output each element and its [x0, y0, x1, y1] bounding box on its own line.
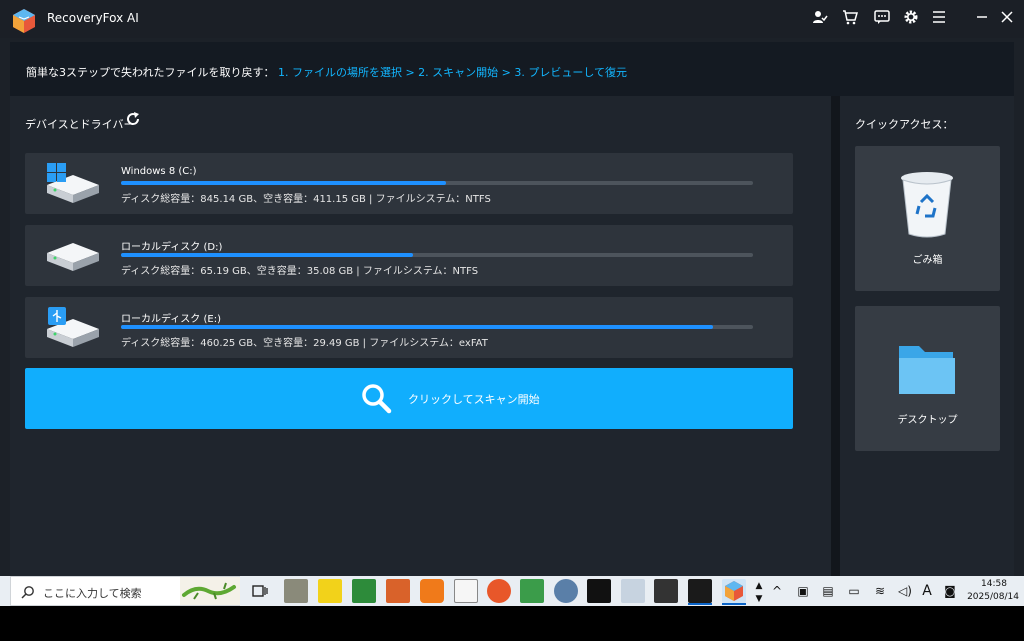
drive-name: ローカルディスク (D:)	[121, 242, 223, 253]
refresh-icon[interactable]	[125, 111, 141, 127]
drive-item-e[interactable]: ローカルディスク (E:) ディスク総容量：460.25 GB、空き容量：29.…	[25, 297, 793, 358]
task-view-icon[interactable]	[248, 579, 272, 603]
taskbar-app-icon[interactable]	[554, 579, 578, 603]
terminal-icon[interactable]	[688, 579, 712, 603]
taskbar-app-icon[interactable]	[587, 579, 611, 603]
app-window: RecoveryFox AI 簡単な3ステップで失われたファイルを取り戻す： 1…	[0, 0, 1024, 576]
minimize-icon[interactable]	[970, 6, 994, 28]
clock-time[interactable]: 14:58	[974, 579, 1014, 589]
ime-indicator[interactable]: A	[919, 583, 935, 599]
screen: RecoveryFox AI 簡単な3ステップで失われたファイルを取り戻す： 1…	[0, 0, 1024, 641]
active-indicator	[722, 603, 746, 605]
taskbar-app-icon[interactable]	[420, 579, 444, 603]
scroll-down-icon[interactable]: ▼	[751, 591, 767, 607]
menu-icon[interactable]	[927, 6, 951, 28]
chevron-up-icon[interactable]: ^	[769, 583, 785, 599]
devices-panel: デバイスとドライバー Windows 8 (C:) ディスク総容量：845.14…	[10, 96, 831, 576]
quick-access-recycle-bin[interactable]: ごみ箱	[855, 146, 1000, 291]
recoveryfox-taskbar-icon[interactable]	[722, 579, 746, 603]
taskbar-app-icon[interactable]	[654, 579, 678, 603]
volume-icon[interactable]: ◁)	[897, 583, 913, 599]
drive-usage-fill	[121, 325, 713, 329]
tray-app-icon[interactable]: ▣	[795, 583, 811, 599]
taskbar-app-icon[interactable]	[454, 579, 478, 603]
taskbar-app-icon[interactable]	[386, 579, 410, 603]
panel-divider	[831, 96, 840, 576]
search-icon	[21, 586, 34, 599]
devices-title: デバイスとドライバー	[25, 118, 135, 131]
drive-item-c[interactable]: Windows 8 (C:) ディスク総容量：845.14 GB、空き容量：41…	[25, 153, 793, 214]
tray-app-icon[interactable]: ◙	[942, 583, 958, 599]
drive-usage-fill	[121, 181, 446, 185]
quick-access-panel: クイックアクセス： ごみ箱 デスクトップ	[840, 96, 1014, 576]
banner-lead: 簡単な3ステップで失われたファイルを取り戻す：	[26, 66, 275, 79]
hard-drive-icon	[47, 243, 99, 271]
title-bar[interactable]: RecoveryFox AI	[0, 0, 1024, 38]
drive-usage-fill	[121, 253, 413, 257]
clock-date[interactable]: 2025/08/14	[964, 592, 1022, 602]
drive-info: ディスク総容量：845.14 GB、空き容量：411.15 GB | ファイルシ…	[121, 194, 491, 205]
drive-item-d[interactable]: ローカルディスク (D:) ディスク総容量：65.19 GB、空き容量：35.0…	[25, 225, 793, 286]
quick-access-desktop[interactable]: デスクトップ	[855, 306, 1000, 451]
gecko-icon	[180, 577, 240, 605]
drive-usage-bar	[121, 181, 753, 185]
drive-usage-bar	[121, 325, 753, 329]
taskbar-app-icon[interactable]	[621, 579, 645, 603]
drive-name: ローカルディスク (E:)	[121, 314, 221, 325]
taskbar-app-icon[interactable]	[318, 579, 342, 603]
taskbar-search-placeholder: ここに入力して検索	[43, 587, 142, 600]
chat-icon[interactable]	[870, 6, 894, 28]
cart-icon[interactable]	[838, 6, 862, 28]
banner-steps: 1. ファイルの場所を選択 > 2. スキャン開始 > 3. プレビューして復元	[277, 66, 628, 79]
tray-app-icon[interactable]: ▤	[820, 583, 836, 599]
taskbar-app-icon[interactable]	[352, 579, 376, 603]
scan-button[interactable]: クリックしてスキャン開始	[25, 368, 793, 429]
drive-name: Windows 8 (C:)	[121, 166, 197, 177]
screen-border	[0, 606, 1024, 641]
windows-drive-icon	[47, 163, 99, 203]
firefox-icon[interactable]	[487, 579, 511, 603]
usb-drive-icon	[47, 307, 99, 347]
user-check-icon[interactable]	[808, 6, 832, 28]
drive-info: ディスク総容量：460.25 GB、空き容量：29.49 GB | ファイルシス…	[121, 338, 488, 349]
search-icon	[362, 384, 392, 414]
recycle-bin-icon	[901, 172, 953, 238]
quick-access-title: クイックアクセス：	[855, 118, 954, 131]
gear-icon[interactable]	[899, 6, 923, 28]
folder-icon	[899, 346, 955, 394]
app-title: RecoveryFox AI	[47, 11, 139, 25]
quick-access-label: ごみ箱	[912, 255, 943, 266]
scan-button-label: クリックしてスキャン開始	[408, 393, 540, 406]
wifi-icon[interactable]: ≋	[872, 583, 888, 599]
active-indicator	[688, 603, 712, 605]
taskbar-app-icon[interactable]	[520, 579, 544, 603]
taskbar: ここに入力して検索 ▲ ▼ ^ ▣ ▤ ▭ ≋ ◁) A ◙ 14:58 202…	[0, 576, 1024, 606]
drive-usage-bar	[121, 253, 753, 257]
drive-info: ディスク総容量：65.19 GB、空き容量：35.08 GB | ファイルシステ…	[121, 266, 479, 277]
close-icon[interactable]	[995, 6, 1019, 28]
taskbar-app-icon[interactable]	[284, 579, 308, 603]
quick-access-label: デスクトップ	[897, 415, 958, 426]
battery-icon[interactable]: ▭	[846, 583, 862, 599]
app-logo-icon	[13, 9, 35, 33]
steps-banner: 簡単な3ステップで失われたファイルを取り戻す： 1. ファイルの場所を選択 > …	[10, 42, 1014, 96]
